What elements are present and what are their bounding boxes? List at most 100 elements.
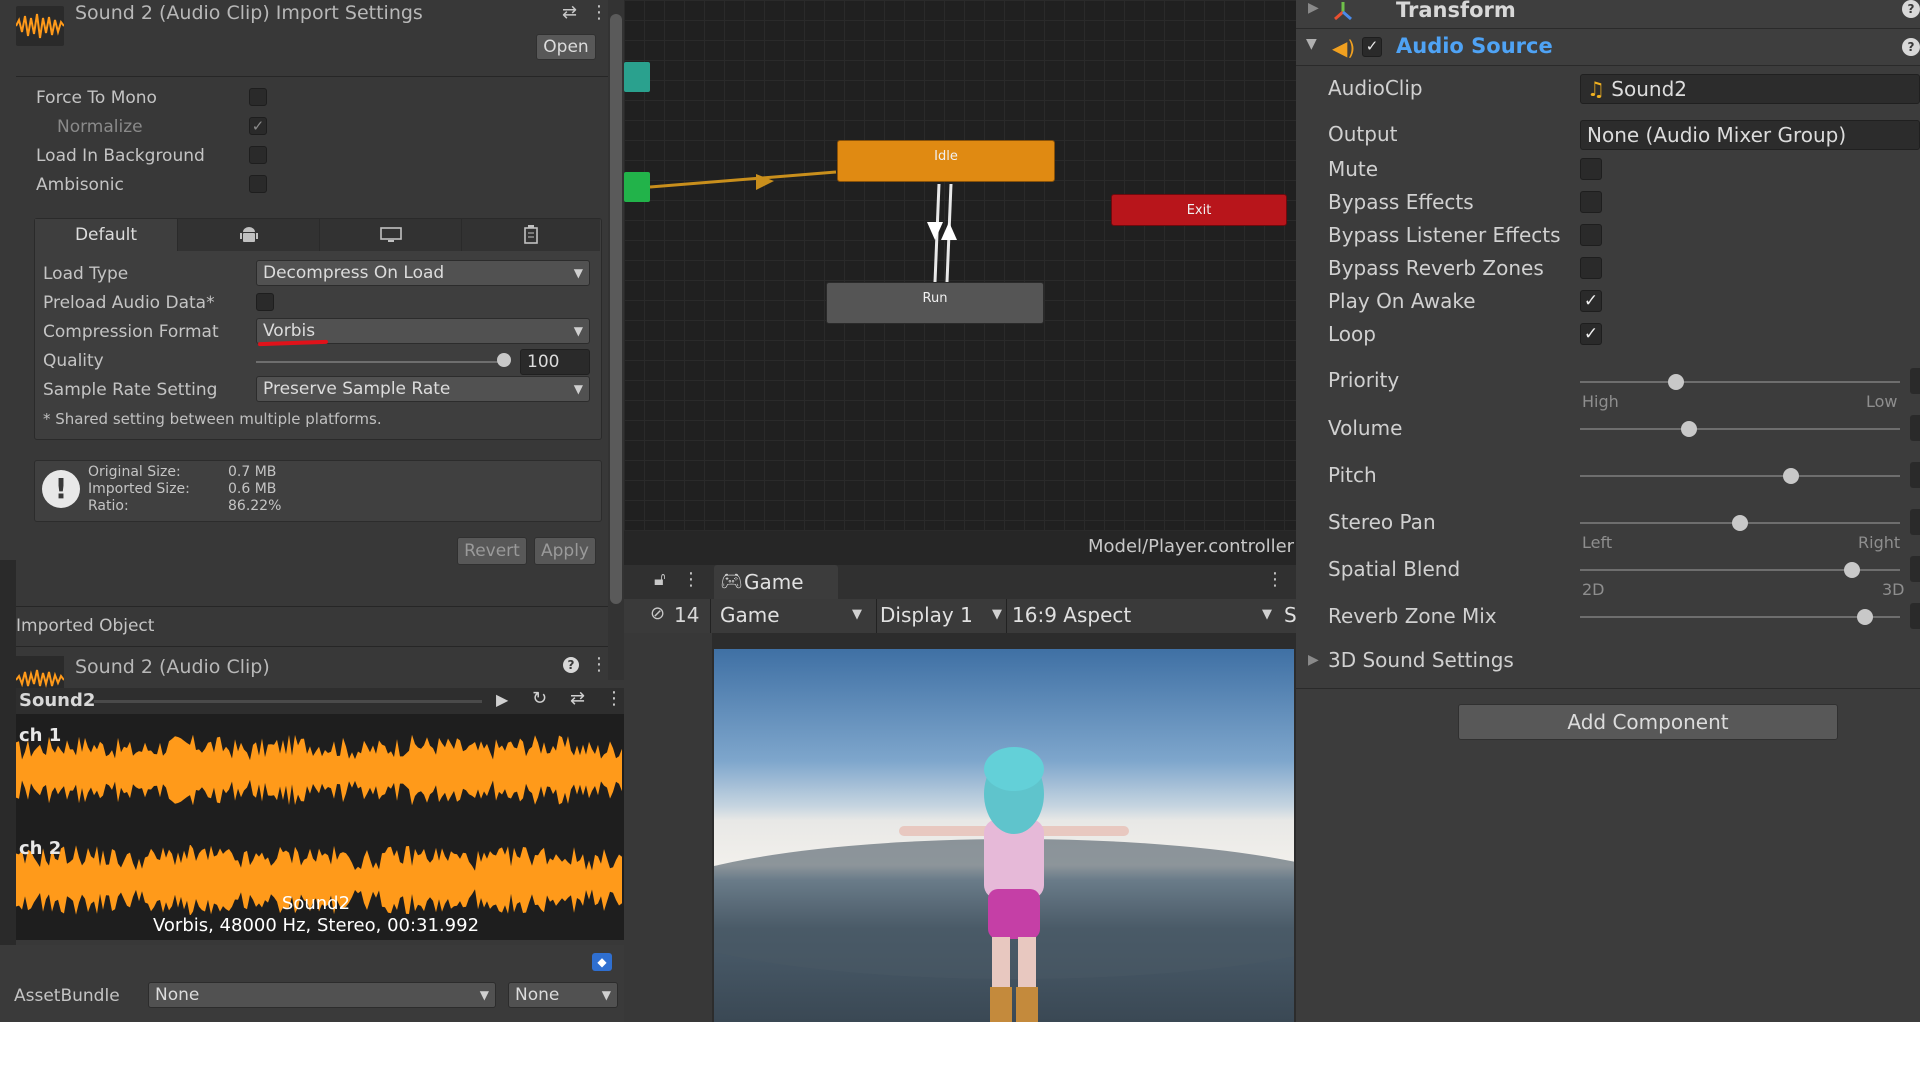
3d-sound-settings-foldout[interactable]: 3D Sound Settings <box>1328 648 1514 672</box>
preload-checkbox[interactable] <box>256 293 274 311</box>
bypass-listener-checkbox[interactable] <box>1580 224 1602 246</box>
inspector-panel: ▶ Transform ? ▼ ◀) ✓ Audio Source ? Audi… <box>1296 0 1920 1022</box>
add-component-button[interactable]: Add Component <box>1458 704 1838 740</box>
foldout-collapsed-icon[interactable]: ▶ <box>1308 652 1319 668</box>
help-icon[interactable]: ? <box>1902 38 1920 56</box>
priority-slider[interactable] <box>1580 381 1900 383</box>
toolbar-separator <box>876 599 877 633</box>
more-menu-icon[interactable]: ⋮ <box>682 569 700 590</box>
tab-game[interactable]: 🎮︎ Game <box>714 565 838 599</box>
output-field[interactable]: None (Audio Mixer Group) <box>1580 120 1920 150</box>
reverb-zone-mix-slider-handle[interactable] <box>1856 609 1873 625</box>
volume-input[interactable] <box>1910 415 1920 441</box>
spatial-blend-slider-handle[interactable] <box>1844 562 1860 578</box>
priority-input[interactable] <box>1910 368 1920 394</box>
transition-arrows <box>649 170 957 283</box>
pitch-slider[interactable] <box>1580 475 1900 477</box>
open-button[interactable]: Open <box>536 34 596 60</box>
game-tab-label: Game <box>744 570 804 594</box>
auto-play-icon[interactable]: ↻ <box>532 688 547 709</box>
help-icon[interactable]: ? <box>1902 0 1920 18</box>
volume-slider[interactable] <box>1580 428 1900 430</box>
apply-button[interactable]: Apply <box>534 537 596 565</box>
reverb-zone-mix-input[interactable] <box>1910 603 1920 629</box>
animator-graph[interactable]: Idle Exit Run <box>624 0 1296 534</box>
game-mode-dropdown[interactable]: Game ▼ <box>720 603 870 631</box>
chevron-down-icon: ▼ <box>852 607 862 622</box>
quality-slider-handle[interactable] <box>497 353 511 367</box>
preview-timeline[interactable] <box>94 700 482 703</box>
pitch-slider-handle[interactable] <box>1783 468 1800 484</box>
audioclip-field[interactable]: ♫ Sound2 <box>1580 74 1920 104</box>
mute-checkbox[interactable] <box>1580 158 1602 180</box>
assetbundle-variant-value: None <box>515 985 560 1005</box>
preset-icon[interactable]: ⇄ <box>562 2 577 23</box>
foldout-collapsed-icon[interactable]: ▶ <box>1308 0 1319 16</box>
tab-standalone[interactable] <box>319 219 462 251</box>
scrollbar-thumb[interactable] <box>610 14 622 604</box>
imported-size-label: Imported Size: <box>88 481 190 497</box>
audio-source-enabled-checkbox[interactable]: ✓ <box>1362 37 1382 57</box>
tab-default[interactable]: Default <box>35 219 177 251</box>
tab-webgl[interactable] <box>461 219 600 251</box>
imported-object-header: Imported Object <box>16 616 155 636</box>
hidden-eye-icon[interactable]: ⊘ <box>650 603 665 624</box>
force-to-mono-label: Force To Mono <box>36 88 157 108</box>
clip-title: Sound 2 (Audio Clip) <box>75 656 270 678</box>
assetbundle-variant-dropdown[interactable]: None ▼ <box>508 982 618 1008</box>
stereo-pan-input[interactable] <box>1910 509 1920 535</box>
priority-slider-handle[interactable] <box>1668 374 1684 390</box>
idle-state-node[interactable]: Idle <box>837 140 1055 182</box>
revert-button[interactable]: Revert <box>457 537 527 565</box>
hidden-count: 14 <box>674 603 700 627</box>
lock-icon[interactable]: 🔓︎ <box>654 569 666 590</box>
loop-icon[interactable]: ⇄ <box>570 688 585 709</box>
load-in-background-checkbox[interactable] <box>249 146 267 164</box>
quality-slider[interactable] <box>256 361 506 363</box>
normalize-checkbox[interactable]: ✓ <box>249 117 267 135</box>
quality-label: Quality <box>43 351 104 371</box>
audio-clip-thumbnail <box>16 6 64 46</box>
reverb-zone-mix-slider[interactable] <box>1580 616 1900 618</box>
divider <box>16 606 608 607</box>
bypass-reverb-checkbox[interactable] <box>1580 257 1602 279</box>
audio-source-header[interactable] <box>1296 29 1920 66</box>
game-viewport[interactable] <box>714 649 1294 1022</box>
pitch-input[interactable] <box>1910 462 1920 488</box>
more-menu-icon[interactable]: ⋮ <box>1266 569 1284 590</box>
play-icon[interactable]: ▶ <box>496 690 508 709</box>
loop-checkbox[interactable]: ✓ <box>1580 323 1602 345</box>
tab-android[interactable] <box>177 219 320 251</box>
aspect-dropdown[interactable]: 16:9 Aspect ▼ <box>1012 603 1282 631</box>
mute-label: Mute <box>1328 157 1379 181</box>
label-tag-icon[interactable]: ◆ <box>592 953 612 971</box>
stereo-pan-slider-handle[interactable] <box>1732 515 1748 531</box>
foldout-expanded-icon[interactable]: ▼ <box>1306 36 1317 52</box>
transform-axis-icon <box>1334 2 1352 21</box>
sample-rate-dropdown[interactable]: Preserve Sample Rate ▼ <box>256 376 590 402</box>
play-on-awake-checkbox[interactable]: ✓ <box>1580 290 1602 312</box>
spatial-blend-label: Spatial Blend <box>1328 557 1461 581</box>
run-state-node[interactable]: Run <box>826 282 1044 324</box>
spatial-blend-input[interactable] <box>1910 556 1920 582</box>
quality-input[interactable]: 100 <box>520 349 590 375</box>
more-menu-icon[interactable]: ⋮ <box>590 2 608 23</box>
volume-slider-handle[interactable] <box>1680 421 1697 437</box>
load-type-dropdown[interactable]: Decompress On Load ▼ <box>256 260 590 286</box>
help-icon[interactable]: ? <box>563 657 579 673</box>
bypass-listener-label: Bypass Listener Effects <box>1328 223 1561 247</box>
original-size-value: 0.7 MB <box>228 464 277 480</box>
display-dropdown[interactable]: Display 1 ▼ <box>880 603 1006 631</box>
ambisonic-checkbox[interactable] <box>249 175 267 193</box>
speaker-icon: ◀) <box>1332 36 1356 60</box>
audioclip-label: AudioClip <box>1328 76 1423 100</box>
transform-header[interactable] <box>1296 0 1920 29</box>
chevron-down-icon: ▼ <box>573 382 583 396</box>
force-to-mono-checkbox[interactable] <box>249 88 267 106</box>
assetbundle-dropdown[interactable]: None ▼ <box>148 982 496 1008</box>
more-menu-icon[interactable]: ⋮ <box>605 688 623 709</box>
exit-node[interactable]: Exit <box>1111 194 1287 226</box>
bypass-effects-checkbox[interactable] <box>1580 191 1602 213</box>
preload-label: Preload Audio Data* <box>43 293 215 313</box>
more-menu-icon[interactable]: ⋮ <box>590 654 608 675</box>
